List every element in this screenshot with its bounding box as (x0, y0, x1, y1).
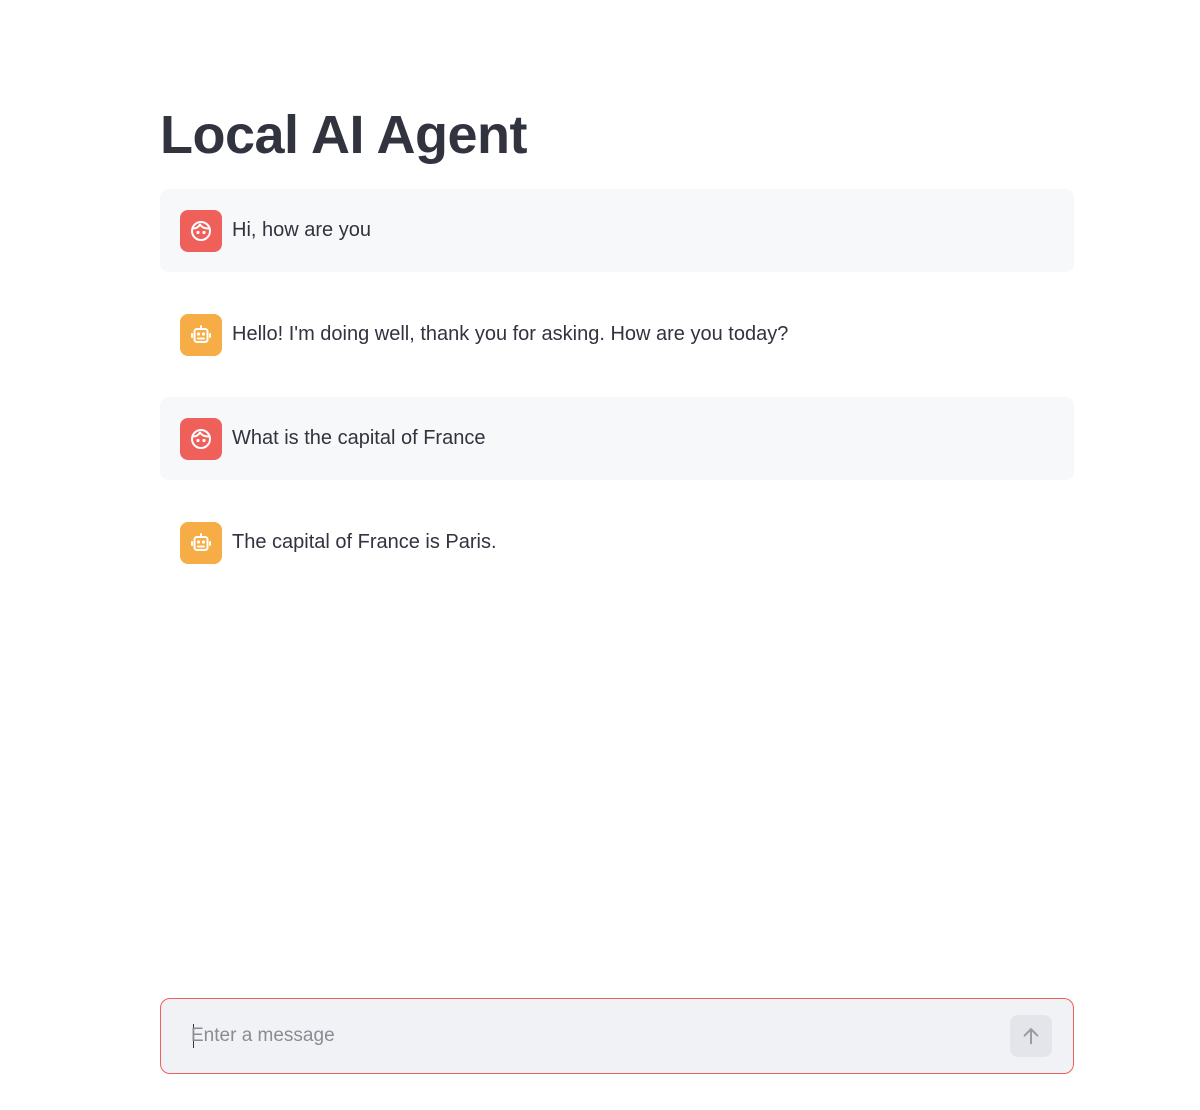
message-input[interactable] (191, 999, 991, 1073)
assistant-avatar (180, 522, 222, 564)
chat-message-user: Hi, how are you (160, 189, 1074, 272)
chat-message-assistant: Hello! I'm doing well, thank you for ask… (160, 293, 1074, 376)
robot-icon (191, 325, 211, 343)
message-text: The capital of France is Paris. (232, 531, 497, 553)
assistant-avatar (180, 314, 222, 356)
chat-message-assistant: The capital of France is Paris. (160, 501, 1074, 584)
user-face-icon (191, 221, 211, 241)
robot-icon (191, 533, 211, 551)
chat-input-container (160, 998, 1074, 1074)
page-title: Local AI Agent (160, 105, 528, 165)
user-avatar (180, 418, 222, 460)
arrow-up-icon (1023, 1028, 1039, 1045)
user-face-icon (191, 429, 211, 449)
chat-message-user: What is the capital of France (160, 397, 1074, 480)
message-text: Hello! I'm doing well, thank you for ask… (232, 323, 789, 345)
message-text: Hi, how are you (232, 219, 371, 241)
chat-message-list: Hi, how are you Hello! I'm doing well, t… (160, 189, 1074, 605)
user-avatar (180, 210, 222, 252)
send-button[interactable] (1010, 1015, 1052, 1057)
message-text: What is the capital of France (232, 427, 486, 449)
